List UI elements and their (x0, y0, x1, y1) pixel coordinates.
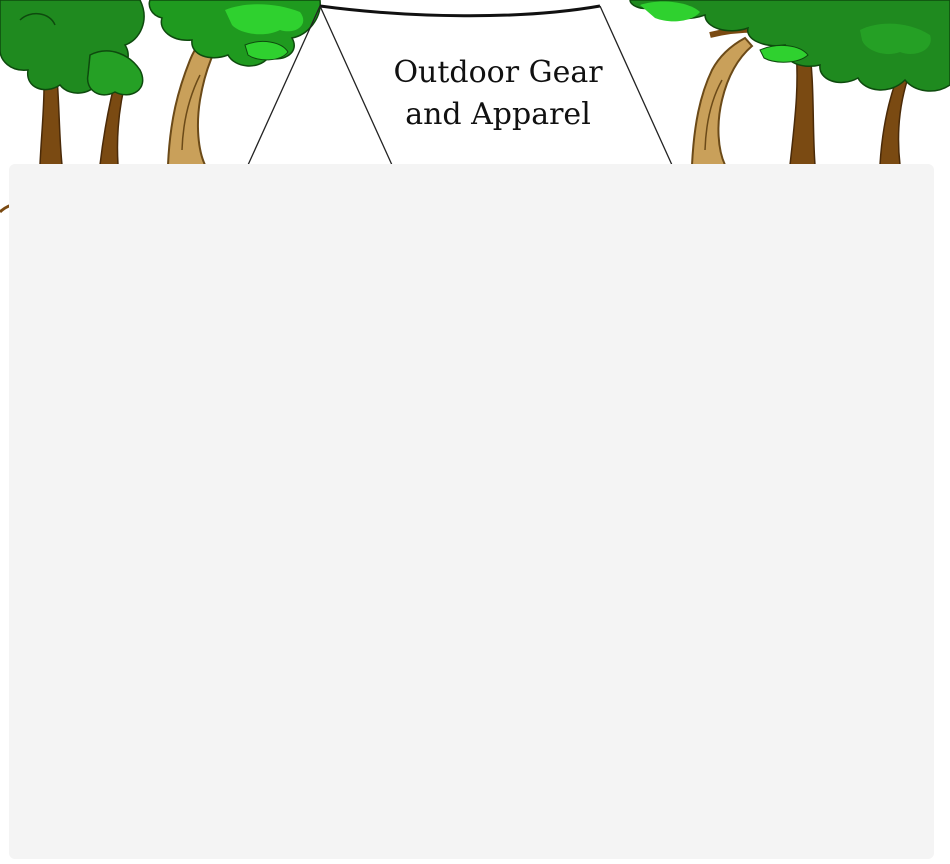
tree-icon (629, 0, 950, 166)
site-title-line-1: Outdoor Gear (393, 55, 603, 90)
content-panel (9, 164, 934, 859)
site-title-line-2: and Apparel (405, 97, 591, 132)
page: Outdoor Gear and Apparel (0, 0, 950, 864)
site-title: Outdoor Gear and Apparel (380, 52, 616, 136)
